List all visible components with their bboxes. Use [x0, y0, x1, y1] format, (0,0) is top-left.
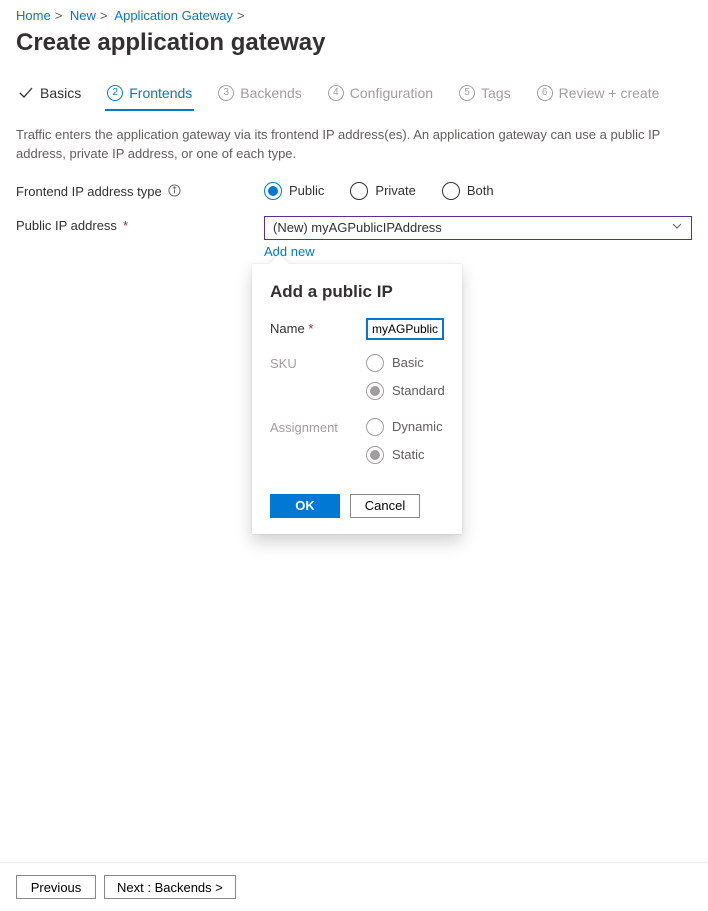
check-icon — [18, 85, 34, 101]
required-indicator: * — [308, 321, 313, 336]
step-number-icon: 6 — [537, 85, 553, 101]
radio-label: Public — [289, 183, 324, 198]
radio-icon — [442, 182, 460, 200]
popover-title: Add a public IP — [270, 282, 444, 302]
tab-label: Frontends — [129, 85, 192, 101]
chevron-right-icon: > — [55, 8, 63, 23]
radio-both[interactable]: Both — [442, 182, 494, 200]
breadcrumb-new[interactable]: New — [70, 8, 96, 23]
radio-icon — [366, 382, 384, 400]
wizard-footer: Previous Next : Backends > — [0, 862, 708, 911]
public-ip-dropdown[interactable]: (New) myAGPublicIPAddress — [264, 216, 692, 240]
tab-label: Backends — [240, 85, 301, 101]
radio-label: Static — [392, 447, 425, 462]
info-icon[interactable] — [168, 184, 181, 200]
tab-configuration[interactable]: 4 Configuration — [326, 85, 435, 111]
page-title: Create application gateway — [16, 29, 692, 57]
radio-label: Basic — [392, 355, 424, 370]
step-number-icon: 4 — [328, 85, 344, 101]
name-input[interactable] — [366, 318, 444, 340]
name-label: Name — [270, 321, 305, 336]
tab-review-create[interactable]: 6 Review + create — [535, 85, 662, 111]
add-new-link[interactable]: Add new — [264, 244, 315, 259]
previous-button[interactable]: Previous — [16, 875, 96, 899]
frontend-ip-type-radios: Public Private Both — [264, 182, 692, 200]
radio-public[interactable]: Public — [264, 182, 324, 200]
radio-sku-basic: Basic — [366, 354, 445, 372]
cancel-button[interactable]: Cancel — [350, 494, 420, 518]
radio-assignment-dynamic: Dynamic — [366, 418, 444, 436]
tab-basics[interactable]: Basics — [16, 85, 83, 111]
tab-description: Traffic enters the application gateway v… — [16, 126, 692, 164]
step-number-icon: 5 — [459, 85, 475, 101]
radio-label: Dynamic — [392, 419, 443, 434]
tab-backends[interactable]: 3 Backends — [216, 85, 303, 111]
breadcrumb-home[interactable]: Home — [16, 8, 51, 23]
breadcrumb: Home > New > Application Gateway > — [16, 8, 692, 27]
tab-tags[interactable]: 5 Tags — [457, 85, 513, 111]
frontend-ip-type-label: Frontend IP address type — [16, 184, 162, 199]
radio-icon — [264, 182, 282, 200]
radio-label: Standard — [392, 383, 445, 398]
ok-button[interactable]: OK — [270, 494, 340, 518]
radio-label: Private — [375, 183, 415, 198]
tab-label: Review + create — [559, 85, 660, 101]
radio-icon — [350, 182, 368, 200]
add-public-ip-popover: Add a public IP Name * SKU — [252, 264, 462, 534]
radio-label: Both — [467, 183, 494, 198]
chevron-right-icon: > — [100, 8, 108, 23]
dropdown-value: (New) myAGPublicIPAddress — [273, 220, 442, 235]
sku-label: SKU — [270, 354, 366, 371]
tab-frontends[interactable]: 2 Frontends — [105, 85, 194, 111]
radio-sku-standard: Standard — [366, 382, 445, 400]
public-ip-label: Public IP address — [16, 218, 117, 233]
tab-label: Basics — [40, 85, 81, 101]
assignment-label: Assignment — [270, 418, 366, 435]
radio-icon — [366, 446, 384, 464]
radio-assignment-static: Static — [366, 446, 444, 464]
tab-label: Configuration — [350, 85, 433, 101]
next-button[interactable]: Next : Backends > — [104, 875, 236, 899]
required-indicator: * — [123, 218, 128, 233]
radio-private[interactable]: Private — [350, 182, 415, 200]
chevron-down-icon — [671, 220, 683, 235]
tab-label: Tags — [481, 85, 511, 101]
chevron-right-icon: > — [237, 8, 245, 23]
radio-icon — [366, 418, 384, 436]
wizard-tabs: Basics 2 Frontends 3 Backends 4 Configur… — [16, 85, 692, 112]
radio-icon — [366, 354, 384, 372]
step-number-icon: 2 — [107, 85, 123, 101]
step-number-icon: 3 — [218, 85, 234, 101]
breadcrumb-application-gateway[interactable]: Application Gateway — [114, 8, 233, 23]
